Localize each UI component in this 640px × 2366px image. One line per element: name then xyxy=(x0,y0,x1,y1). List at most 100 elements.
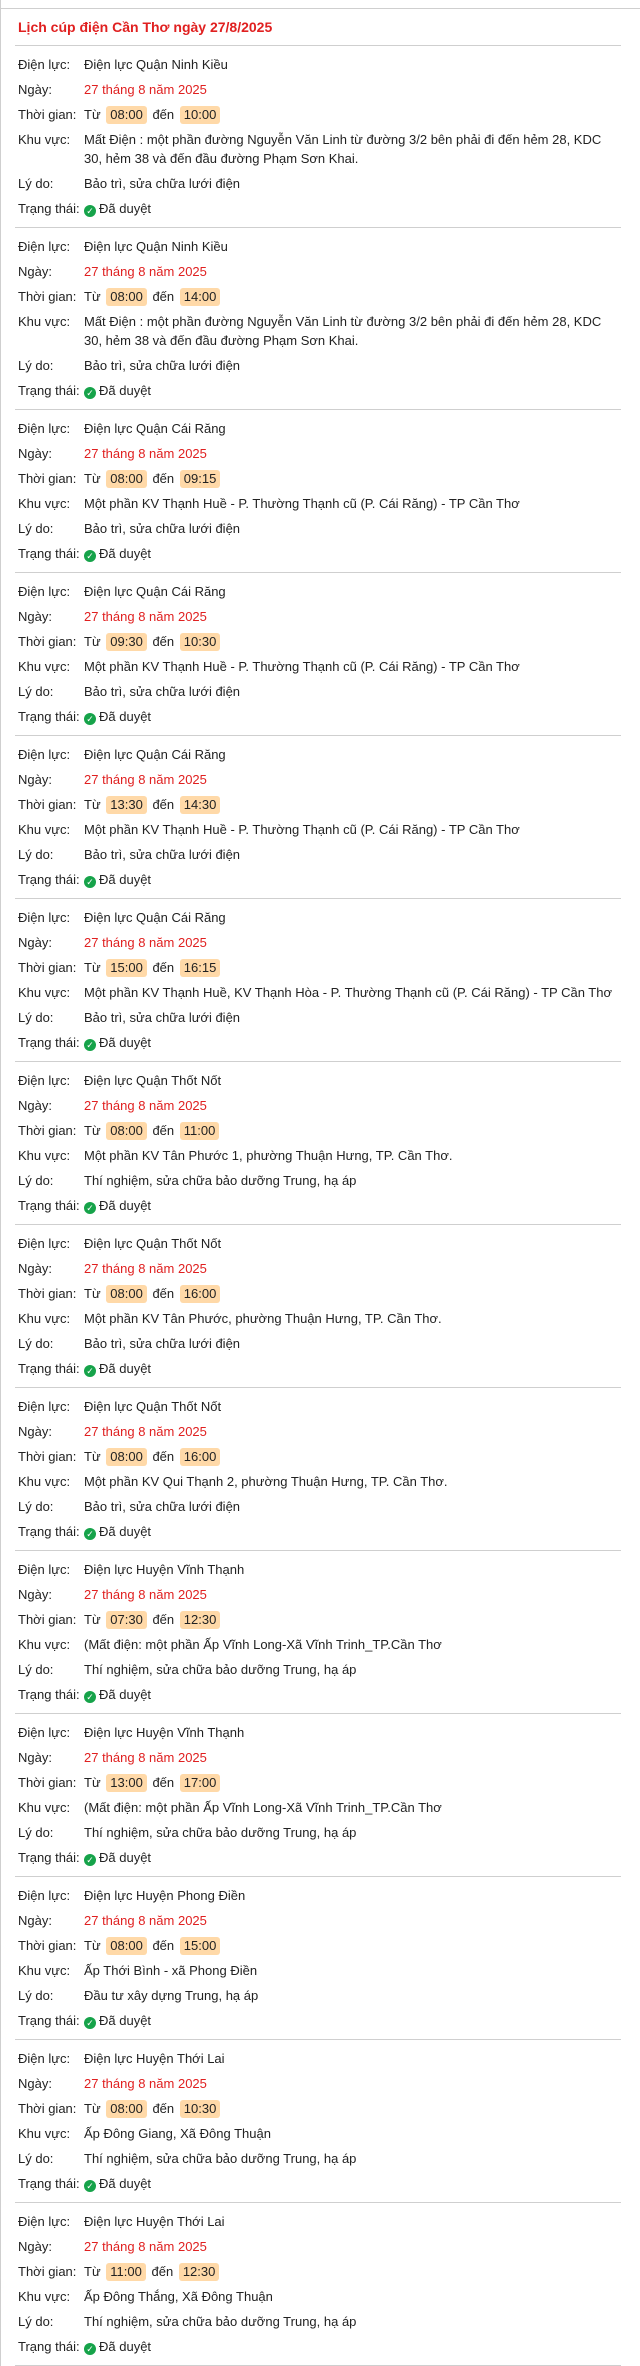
time-row: Thời gian: Từ 08:00 đến 10:00 xyxy=(15,102,621,127)
reason-row: Lý do: Thí nghiệm, sửa chữa bảo dưỡng Tr… xyxy=(15,2146,621,2171)
end-time-badge: 14:00 xyxy=(179,288,221,306)
date-label: Ngày: xyxy=(18,446,52,461)
time-value: Từ 08:00 đến 15:00 xyxy=(84,1933,621,1958)
check-circle-icon: ✓ xyxy=(84,387,96,399)
reason-row: Lý do: Bảo trì, sửa chữa lưới điện xyxy=(15,1005,621,1030)
area-row: Khu vực: Một phần KV Thạnh Huề - P. Thườ… xyxy=(15,491,621,516)
area-row: Khu vực: Ấp Đông Thắng, Xã Đông Thuận xyxy=(15,2284,621,2309)
unit-value: Điện lực Huyện Phong Điền xyxy=(84,1888,246,1903)
start-time-badge: 08:00 xyxy=(106,1937,147,1955)
reason-row: Lý do: Bảo trì, sửa chữa lưới điện xyxy=(15,1331,621,1356)
time-label: Thời gian: xyxy=(18,289,77,304)
unit-row: Điện lực: Điện lực Quận Thốt Nốt xyxy=(15,1394,621,1419)
area-row: Khu vực: Một phần KV Qui Thạnh 2, phường… xyxy=(15,1469,621,1494)
time-label: Thời gian: xyxy=(18,2101,77,2116)
area-row: Khu vực: Mất Điện : một phần đường Nguyễ… xyxy=(15,127,621,171)
date-label: Ngày: xyxy=(18,1098,52,1113)
reason-value: Thí nghiệm, sửa chữa bảo dưỡng Trung, hạ… xyxy=(84,1825,357,1840)
status-value: ✓ Đã duyệt xyxy=(84,1519,621,1544)
check-circle-icon: ✓ xyxy=(84,2180,96,2192)
check-circle-icon: ✓ xyxy=(84,1039,96,1051)
date-row: Ngày: 27 tháng 8 năm 2025 xyxy=(15,441,621,466)
from-text: Từ xyxy=(84,289,101,304)
unit-row: Điện lực: Điện lực Quận Thốt Nốt xyxy=(15,1231,621,1256)
end-time-badge: 12:30 xyxy=(179,1611,221,1629)
status-text: Đã duyệt xyxy=(99,1361,152,1376)
unit-label: Điện lực: xyxy=(18,747,71,762)
from-text: Từ xyxy=(84,634,101,649)
unit-value: Điện lực Quận Ninh Kiều xyxy=(84,57,228,72)
check-circle-icon: ✓ xyxy=(84,1202,96,1214)
unit-value: Điện lực Quận Ninh Kiều xyxy=(84,239,228,254)
unit-value: Điện lực Quận Thốt Nốt xyxy=(84,1236,222,1251)
reason-value: Bảo trì, sửa chữa lưới điện xyxy=(84,847,241,862)
date-label: Ngày: xyxy=(18,1587,52,1602)
date-value: 27 tháng 8 năm 2025 xyxy=(84,1098,207,1113)
from-text: Từ xyxy=(84,1123,101,1138)
unit-value: Điện lực Quận Thốt Nốt xyxy=(84,1399,222,1414)
status-row: Trạng thái: ✓ Đã duyệt xyxy=(15,2171,621,2196)
outage-record: Điện lực: Điện lực Quận Ninh Kiều Ngày: … xyxy=(15,46,621,228)
start-time-badge: 08:00 xyxy=(106,470,147,488)
unit-label: Điện lực: xyxy=(18,1888,71,1903)
time-label: Thời gian: xyxy=(18,960,77,975)
check-circle-icon: ✓ xyxy=(84,1365,96,1377)
date-value: 27 tháng 8 năm 2025 xyxy=(84,935,207,950)
date-value: 27 tháng 8 năm 2025 xyxy=(84,609,207,624)
reason-value: Thí nghiệm, sửa chữa bảo dưỡng Trung, hạ… xyxy=(84,1662,357,1677)
reason-row: Lý do: Bảo trì, sửa chữa lưới điện xyxy=(15,516,621,541)
date-value: 27 tháng 8 năm 2025 xyxy=(84,1261,207,1276)
end-time-badge: 16:00 xyxy=(179,1285,221,1303)
date-label: Ngày: xyxy=(18,82,52,97)
check-circle-icon: ✓ xyxy=(84,1691,96,1703)
date-label: Ngày: xyxy=(18,609,52,624)
status-value: ✓ Đã duyệt xyxy=(84,704,621,729)
from-text: Từ xyxy=(84,1775,101,1790)
unit-label: Điện lực: xyxy=(18,584,71,599)
to-text: đến xyxy=(152,107,175,122)
status-label: Trạng thái: xyxy=(18,2176,80,2191)
to-text: đến xyxy=(151,2264,174,2279)
reason-value: Bảo trì, sửa chữa lưới điện xyxy=(84,1499,241,1514)
to-text: đến xyxy=(152,471,175,486)
date-value: 27 tháng 8 năm 2025 xyxy=(84,82,207,97)
area-value: Một phần KV Thạnh Huề - P. Thường Thạnh … xyxy=(84,496,520,511)
area-row: Khu vực: Một phần KV Tân Phước 1, phường… xyxy=(15,1143,621,1168)
unit-row: Điện lực: Điện lực Quận Ninh Kiều xyxy=(15,52,621,77)
status-value: ✓ Đã duyệt xyxy=(84,2171,621,2196)
unit-value: Điện lực Quận Cái Răng xyxy=(84,584,226,599)
time-value: Từ 08:00 đến 09:15 xyxy=(84,466,621,491)
date-row: Ngày: 27 tháng 8 năm 2025 xyxy=(15,930,621,955)
date-row: Ngày: 27 tháng 8 năm 2025 xyxy=(15,2234,621,2259)
unit-row: Điện lực: Điện lực Huyện Vĩnh Thạnh xyxy=(15,1720,621,1745)
status-value: ✓ Đã duyệt xyxy=(84,378,621,403)
area-row: Khu vực: Một phần KV Thạnh Huề - P. Thườ… xyxy=(15,654,621,679)
reason-value: Bảo trì, sửa chữa lưới điện xyxy=(84,684,241,699)
from-text: Từ xyxy=(84,1449,101,1464)
outage-list: Điện lực: Điện lực Quận Ninh Kiều Ngày: … xyxy=(15,46,621,2366)
status-row: Trạng thái: ✓ Đã duyệt xyxy=(15,541,621,566)
time-value: Từ 08:00 đến 10:30 xyxy=(84,2096,621,2121)
time-value: Từ 08:00 đến 11:00 xyxy=(84,1118,621,1143)
time-row: Thời gian: Từ 07:30 đến 12:30 xyxy=(15,1607,621,1632)
area-value: Mất Điện : một phần đường Nguyễn Văn Lin… xyxy=(84,132,602,166)
time-value: Từ 08:00 đến 16:00 xyxy=(84,1444,621,1469)
start-time-badge: 08:00 xyxy=(106,1122,147,1140)
time-row: Thời gian: Từ 09:30 đến 10:30 xyxy=(15,629,621,654)
end-time-badge: 11:00 xyxy=(179,1122,220,1140)
reason-value: Bảo trì, sửa chữa lưới điện xyxy=(84,521,241,536)
status-row: Trạng thái: ✓ Đã duyệt xyxy=(15,378,621,403)
area-value: Ấp Đông Thắng, Xã Đông Thuận xyxy=(84,2289,273,2304)
status-text: Đã duyệt xyxy=(99,709,152,724)
area-label: Khu vực: xyxy=(18,1800,71,1815)
time-row: Thời gian: Từ 08:00 đến 15:00 xyxy=(15,1933,621,1958)
time-label: Thời gian: xyxy=(18,1775,77,1790)
unit-label: Điện lực: xyxy=(18,910,71,925)
time-label: Thời gian: xyxy=(18,1938,77,1953)
time-value: Từ 07:30 đến 12:30 xyxy=(84,1607,621,1632)
reason-value: Bảo trì, sửa chữa lưới điện xyxy=(84,1010,241,1025)
unit-row: Điện lực: Điện lực Huyện Phong Điền xyxy=(15,1883,621,1908)
reason-label: Lý do: xyxy=(18,176,54,191)
time-row: Thời gian: Từ 08:00 đến 09:15 xyxy=(15,466,621,491)
status-value: ✓ Đã duyệt xyxy=(84,1193,621,1218)
